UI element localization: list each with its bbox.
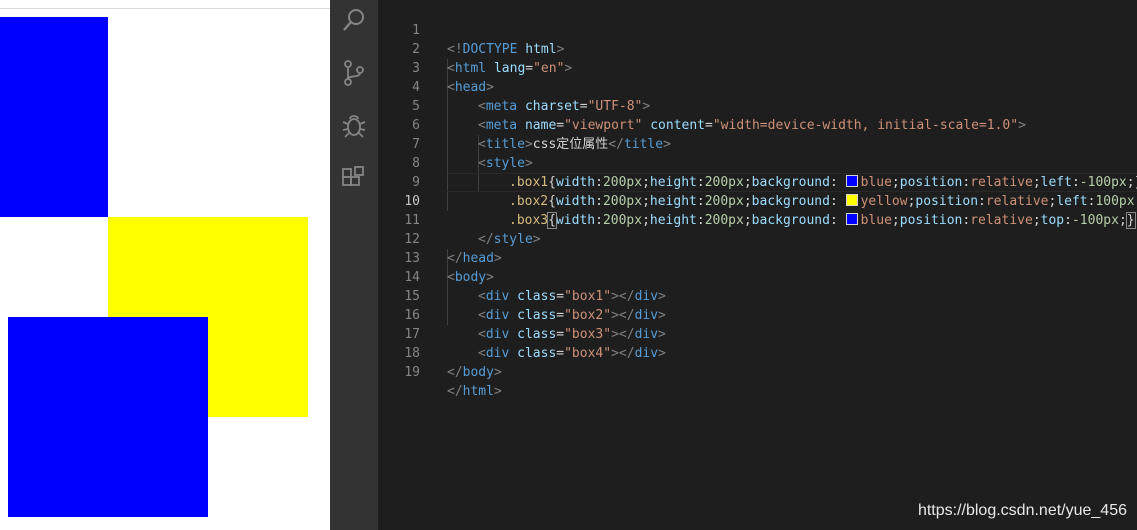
search-icon[interactable]: [340, 6, 368, 34]
token: </: [447, 365, 463, 380]
code-line[interactable]: 13 <body>: [378, 230, 1137, 285]
code-line[interactable]: 14 <div class="box1"></div>: [378, 249, 1137, 304]
code-line[interactable]: 18 </body>: [378, 325, 1137, 380]
code-line[interactable]: 1 <!DOCTYPE html>: [378, 2, 1137, 57]
extensions-icon[interactable]: [340, 164, 368, 192]
token: </: [447, 384, 463, 399]
line-number: 19: [404, 365, 420, 380]
token: >: [493, 384, 502, 399]
code-line[interactable]: 15 <div class="box2"></div>: [378, 268, 1137, 323]
code-line[interactable]: 8 .box1{width:200px;height:200px;backgro…: [378, 135, 1137, 190]
code-line[interactable]: 11 </style>: [378, 192, 1137, 247]
code-line[interactable]: 4 <meta charset="UTF-8">: [378, 59, 1137, 114]
code-editor[interactable]: 1 <!DOCTYPE html> 2 <html lang="en"> 3 <…: [378, 0, 1137, 530]
browser-preview: [0, 0, 330, 530]
watermark: https://blog.csdn.net/yue_456: [917, 502, 1127, 519]
token: body: [462, 365, 494, 380]
code-line[interactable]: 9 .box2{width:200px;height:200px;backgro…: [378, 154, 1137, 209]
code-line[interactable]: 5 <meta name="viewport" content="width=d…: [378, 78, 1137, 133]
box3-blue: [8, 317, 208, 517]
activity-bar: [330, 0, 378, 530]
preview-divider: [0, 8, 330, 9]
debug-icon[interactable]: [340, 111, 368, 139]
code-line[interactable]: 16 <div class="box3"></div>: [378, 287, 1137, 342]
code-line[interactable]: 3 <head>: [378, 40, 1137, 95]
token: >: [493, 365, 502, 380]
code-line[interactable]: 7 <style>: [378, 116, 1137, 171]
box1-blue: [0, 17, 108, 217]
code-line[interactable]: 6 <title>css定位属性</title>: [378, 97, 1137, 152]
code-line[interactable]: 10 .box3{width:200px;height:200px;backgr…: [378, 173, 1137, 229]
token: html: [462, 384, 494, 399]
source-control-icon[interactable]: [340, 59, 368, 87]
code-line[interactable]: 17 <div class="box4"></div>: [378, 306, 1137, 361]
code-line[interactable]: 19 </html>: [378, 344, 1137, 399]
code-line[interactable]: 12 </head>: [378, 211, 1137, 266]
code-line[interactable]: 2 <html lang="en">: [378, 21, 1137, 76]
